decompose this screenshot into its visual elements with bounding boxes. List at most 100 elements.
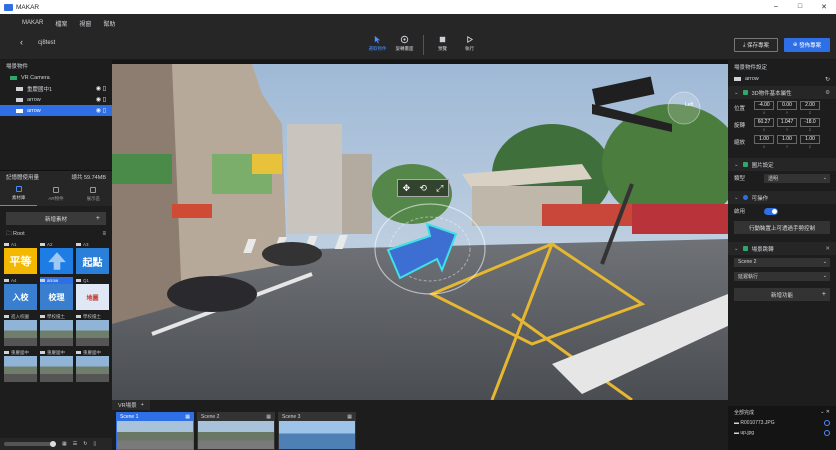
eye-icon[interactable]: ◉ [96, 97, 101, 103]
collapse-icon[interactable]: ⌄ ✕ [820, 409, 830, 415]
trash-icon[interactable]: ▯ [103, 97, 106, 103]
list-view-icon[interactable]: ≡ [102, 231, 106, 237]
position-y-input[interactable]: 0.00 [777, 100, 797, 110]
asset-label: 學校擋土 [76, 313, 109, 320]
refresh-icon[interactable]: ↻ [83, 441, 87, 447]
asset-item[interactable]: 重慶國中 [4, 349, 37, 382]
scene-object-item[interactable]: VR Camera [0, 72, 112, 83]
asset-item[interactable]: A3 起點 [76, 241, 109, 274]
scene-bar: VR場景 + Scene 1 ▦ Scene 2 ▦ Scene 3 ▦ [112, 400, 728, 450]
publish-project-button[interactable]: ⊕ 發佈專案 [784, 38, 830, 52]
asset-thumbnail: 校理 [40, 284, 73, 310]
menu-item-window[interactable]: 視窗 [79, 19, 91, 28]
type-select[interactable]: 透明 ⌄ [764, 173, 830, 183]
preview-tool[interactable]: 預覽 [429, 35, 456, 52]
add-scene-icon[interactable]: + [141, 402, 144, 408]
interactable-section-header[interactable]: ⌄ 可操作 [728, 191, 836, 204]
eye-icon[interactable]: ◉ [96, 108, 101, 114]
scene-card[interactable]: Scene 3 ▦ [278, 412, 356, 450]
menu-item-makar[interactable]: MAKAR [22, 20, 43, 26]
grid-icon[interactable]: ▦ [266, 414, 271, 420]
trash-icon[interactable]: ▯ [103, 86, 106, 92]
position-z-input[interactable]: 2.00 [800, 100, 820, 110]
close-icon[interactable]: ✕ [812, 3, 836, 11]
tab-material-library[interactable]: 素材庫 [0, 182, 38, 206]
eye-icon[interactable]: ◉ [96, 86, 101, 92]
move-icon[interactable]: ✥ [403, 183, 411, 194]
image-file-icon [76, 351, 81, 354]
back-icon[interactable]: ‹ [20, 37, 23, 47]
save-project-button[interactable]: ⤓ 保存專案 [734, 38, 778, 52]
transform-section-header[interactable]: ⌄ 3D物件基本屬性 ⚙ [728, 86, 836, 99]
refresh-icon[interactable]: ↻ [825, 76, 830, 83]
asset-item[interactable]: A4 入校 [4, 277, 37, 310]
thumbnail-size-slider[interactable] [4, 441, 56, 447]
add-function-button[interactable]: 新增功能 + [734, 288, 830, 301]
asset-label: 進入校園 [4, 313, 37, 320]
rotation-row: 旋轉 60.27 X 1.047 Y -18.0 Z [728, 116, 836, 133]
rotation-x-input[interactable]: 60.27 [754, 117, 774, 127]
menu-item-help[interactable]: 幫助 [103, 19, 115, 28]
panorama-view [112, 64, 728, 400]
asset-item[interactable]: 學校擋土 [76, 313, 109, 346]
list-view-icon[interactable]: ☰ [73, 441, 77, 447]
enable-toggle[interactable] [764, 207, 778, 215]
image-file-icon [76, 279, 81, 282]
asset-item[interactable]: 重慶國中 [40, 349, 73, 382]
settings-icon[interactable]: ⚙ [825, 90, 830, 96]
vr-scene-tab[interactable]: VR場景 + [112, 400, 150, 410]
rotate-view-tool[interactable]: 旋轉畫面 [391, 35, 418, 52]
play-tool[interactable]: 執行 [456, 35, 483, 52]
menu-item-file[interactable]: 檔案 [55, 19, 67, 28]
scene-jump-action-select[interactable]: 延遲執行 ⌄ [734, 271, 830, 281]
trash-icon[interactable]: ▯ [93, 441, 96, 447]
position-x-input[interactable]: -4.00 [754, 100, 774, 110]
rotate-icon[interactable]: ⟲ [419, 183, 427, 194]
gesture-control-button[interactable]: 行動裝置上可透過手勢控制 [734, 221, 830, 234]
scene-jump-select[interactable]: Scene 2 ⌄ [734, 257, 830, 267]
asset-item[interactable]: arrow 校理 [40, 277, 73, 310]
image-object-icon [734, 77, 741, 81]
asset-item[interactable]: 重慶國中 [76, 349, 109, 382]
scene-object-item[interactable]: 重慶國中1 ◉ ▯ [0, 83, 112, 94]
folder-icon: 🗀 [6, 230, 14, 237]
minimize-icon[interactable]: – [764, 3, 788, 11]
asset-item[interactable]: Q1 地圖 [76, 277, 109, 310]
asset-item[interactable]: A1 平等 [4, 241, 37, 274]
cube-icon [52, 186, 59, 193]
vr-scene-viewport[interactable]: ✥ ⟲ ⤢ Left [112, 64, 728, 400]
asset-thumbnail [4, 320, 37, 346]
scale-x-input[interactable]: 1.00 [754, 134, 774, 144]
asset-item[interactable]: 學校擋土 [40, 313, 73, 346]
rotation-y-input[interactable]: 1.047 [777, 117, 797, 127]
asset-label: A4 [4, 277, 37, 284]
asset-thumbnail [40, 248, 73, 274]
image-settings-header[interactable]: ⌄ 圖片設定 [728, 158, 836, 171]
grid-icon[interactable]: ▦ [347, 414, 352, 420]
asset-item[interactable]: 進入校園 [4, 313, 37, 346]
asset-item[interactable]: A2 [40, 241, 73, 274]
grid-icon[interactable]: ▦ [185, 414, 190, 420]
scene-icon [742, 246, 748, 251]
rotation-z-input[interactable]: -18.0 [800, 117, 820, 127]
root-folder[interactable]: 🗀 Root ≡ [0, 229, 112, 239]
add-material-button[interactable]: 新增素材 + [6, 212, 106, 225]
scene-jump-section-header[interactable]: ⌄ 場景跳轉 ✕ [728, 242, 836, 255]
grid-view-icon[interactable]: ▦ [62, 441, 67, 447]
tab-showcase[interactable]: 展示區 [75, 182, 112, 206]
close-icon[interactable]: ✕ [825, 246, 830, 252]
scene-object-item[interactable]: arrow ◉ ▯ [0, 94, 112, 105]
trash-icon[interactable]: ▯ [103, 108, 106, 114]
scale-icon[interactable]: ⤢ [436, 183, 443, 194]
scene-card[interactable]: Scene 2 ▦ [197, 412, 275, 450]
asset-footer: ▦ ☰ ↻ ▯ [0, 438, 112, 450]
scene-card[interactable]: Scene 1 ▦ [116, 412, 194, 450]
asset-thumbnail: 起點 [76, 248, 109, 274]
image-object-icon [16, 97, 23, 102]
scale-z-input[interactable]: 1.00 [800, 134, 820, 144]
scene-object-item-selected[interactable]: arrow ◉ ▯ [0, 105, 112, 116]
scale-y-input[interactable]: 1.00 [777, 134, 797, 144]
select-object-tool[interactable]: 選取物件 [364, 35, 391, 52]
tab-ar-objects[interactable]: AR物件 [37, 182, 74, 206]
maximize-icon[interactable]: □ [788, 3, 812, 11]
